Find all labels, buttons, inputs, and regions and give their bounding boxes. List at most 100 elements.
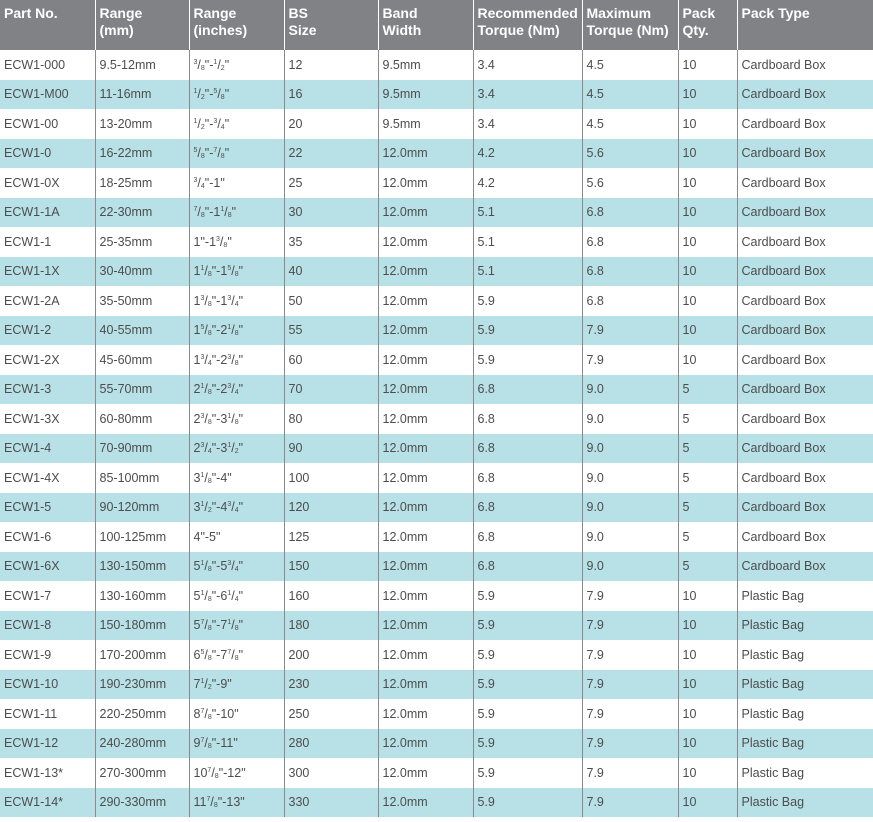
recommended-torque-cell: 5.9 — [473, 581, 583, 611]
table-row: ECW1-6 100-125mm 4"-5" 125 12.0mm 6.8 9.0 5 Card… — [0, 522, 873, 552]
bs-size-cell: 125 — [284, 522, 379, 552]
pack-qty-cell: 10 — [678, 699, 738, 729]
pack-type-cell: Cardboard Box — [737, 109, 873, 139]
table-row: ECW1-0 16-22mm 5/8"-7/8" 22 12.0mm 4.2 5.6 10 Ca… — [0, 138, 873, 168]
table-row: ECW1-9 170-200mm 65/8"-77/8" 200 12.0mm 5.9 7.… — [0, 640, 873, 670]
range-mm-cell: 130-150mm — [95, 551, 190, 581]
maximum-torque-cell: 9.0 — [582, 463, 679, 493]
bs-size-cell: 50 — [284, 286, 379, 316]
recommended-torque-cell: 5.9 — [473, 640, 583, 670]
part-no-cell: ECW1-5 — [0, 492, 96, 522]
band-width-cell: 12.0mm — [378, 227, 474, 257]
range-inches-cell: 3/8"-1/2" — [189, 50, 285, 80]
recommended-torque-cell: 5.9 — [473, 610, 583, 640]
part-no-cell: ECW1-3X — [0, 404, 96, 434]
maximum-torque-cell: 7.9 — [582, 610, 679, 640]
recommended-torque-cell: 5.9 — [473, 699, 583, 729]
pack-type-cell: Cardboard Box — [737, 168, 873, 198]
band-width-cell: 12.0mm — [378, 551, 474, 581]
part-no-cell: ECW1-6X — [0, 551, 96, 581]
table-row: ECW1-5 90-120mm 31/2"-43/4" 120 12.0mm 6.8 9.0… — [0, 492, 873, 522]
range-mm-cell: 9.5-12mm — [95, 50, 190, 80]
header-pack-type: Pack Type — [737, 0, 873, 50]
part-no-cell: ECW1-000 — [0, 50, 96, 80]
pack-qty-cell: 10 — [678, 610, 738, 640]
bs-size-cell: 300 — [284, 758, 379, 788]
pack-type-cell: Cardboard Box — [737, 197, 873, 227]
pack-qty-cell: 10 — [678, 168, 738, 198]
band-width-cell: 9.5mm — [378, 79, 474, 109]
bs-size-cell: 12 — [284, 50, 379, 80]
part-no-cell: ECW1-2A — [0, 286, 96, 316]
pack-qty-cell: 10 — [678, 581, 738, 611]
bs-size-cell: 280 — [284, 728, 379, 758]
range-mm-cell: 16-22mm — [95, 138, 190, 168]
band-width-cell: 12.0mm — [378, 699, 474, 729]
pack-qty-cell: 5 — [678, 522, 738, 552]
part-no-cell: ECW1-4X — [0, 463, 96, 493]
table-row: ECW1-6X 130-150mm 51/8"-53/4" 150 12.0mm 6.8 9… — [0, 551, 873, 581]
recommended-torque-cell: 4.2 — [473, 138, 583, 168]
maximum-torque-cell: 7.9 — [582, 315, 679, 345]
pack-type-cell: Cardboard Box — [737, 433, 873, 463]
table-row: ECW1-2X 45-60mm 13/4"-23/8" 60 12.0mm 5.9 7.9 1… — [0, 345, 873, 375]
pack-qty-cell: 10 — [678, 669, 738, 699]
pack-type-cell: Cardboard Box — [737, 345, 873, 375]
pack-qty-cell: 5 — [678, 463, 738, 493]
range-mm-cell: 55-70mm — [95, 374, 190, 404]
product-spec-table: Part No. Range (mm) Range (inches) BS Size … — [0, 0, 873, 817]
table-row: ECW1-13* 270-300mm 107/8"-12" 300 12.0mm 5.9 7… — [0, 758, 873, 788]
recommended-torque-cell: 5.9 — [473, 286, 583, 316]
band-width-cell: 12.0mm — [378, 787, 474, 817]
table-row: ECW1-1X 30-40mm 11/8"-15/8" 40 12.0mm 5.1 6.8 1… — [0, 256, 873, 286]
pack-type-cell: Plastic Bag — [737, 728, 873, 758]
range-mm-cell: 90-120mm — [95, 492, 190, 522]
pack-type-cell: Cardboard Box — [737, 404, 873, 434]
maximum-torque-cell: 9.0 — [582, 522, 679, 552]
part-no-cell: ECW1-2X — [0, 345, 96, 375]
pack-type-cell: Cardboard Box — [737, 463, 873, 493]
maximum-torque-cell: 4.5 — [582, 109, 679, 139]
header-range-mm: Range (mm) — [95, 0, 190, 50]
maximum-torque-cell: 6.8 — [582, 227, 679, 257]
bs-size-cell: 60 — [284, 345, 379, 375]
pack-type-cell: Plastic Bag — [737, 640, 873, 670]
band-width-cell: 12.0mm — [378, 581, 474, 611]
bs-size-cell: 90 — [284, 433, 379, 463]
header-bs-size: BS Size — [284, 0, 379, 50]
pack-type-cell: Cardboard Box — [737, 227, 873, 257]
recommended-torque-cell: 5.1 — [473, 197, 583, 227]
band-width-cell: 12.0mm — [378, 345, 474, 375]
pack-qty-cell: 10 — [678, 50, 738, 80]
pack-qty-cell: 10 — [678, 109, 738, 139]
band-width-cell: 12.0mm — [378, 138, 474, 168]
header-row: Part No. Range (mm) Range (inches) BS Size … — [0, 0, 873, 50]
pack-qty-cell: 5 — [678, 374, 738, 404]
band-width-cell: 12.0mm — [378, 758, 474, 788]
range-inches-cell: 31/2"-43/4" — [189, 492, 285, 522]
pack-type-cell: Plastic Bag — [737, 758, 873, 788]
table-row: ECW1-0X 18-25mm 3/4"-1" 25 12.0mm 4.2 5.6 10 Car… — [0, 168, 873, 198]
table-row: ECW1-7 130-160mm 51/8"-61/4" 160 12.0mm 5.9 7.… — [0, 581, 873, 611]
pack-type-cell: Cardboard Box — [737, 374, 873, 404]
range-inches-cell: 107/8"-12" — [189, 758, 285, 788]
maximum-torque-cell: 6.8 — [582, 286, 679, 316]
table-row: ECW1-12 240-280mm 97/8"-11" 280 12.0mm 5.9 7.9… — [0, 728, 873, 758]
recommended-torque-cell: 6.8 — [473, 374, 583, 404]
part-no-cell: ECW1-10 — [0, 669, 96, 699]
table-row: ECW1-00 13-20mm 1/2"-3/4" 20 9.5mm 3.4 4.5 10 Ca… — [0, 109, 873, 139]
maximum-torque-cell: 7.9 — [582, 758, 679, 788]
pack-type-cell: Cardboard Box — [737, 138, 873, 168]
part-no-cell: ECW1-2 — [0, 315, 96, 345]
maximum-torque-cell: 9.0 — [582, 551, 679, 581]
pack-qty-cell: 10 — [678, 315, 738, 345]
header-range-inches: Range (inches) — [189, 0, 285, 50]
range-mm-cell: 25-35mm — [95, 227, 190, 257]
recommended-torque-cell: 3.4 — [473, 79, 583, 109]
pack-type-cell: Cardboard Box — [737, 551, 873, 581]
recommended-torque-cell: 3.4 — [473, 109, 583, 139]
range-inches-cell: 23/8"-31/8" — [189, 404, 285, 434]
bs-size-cell: 25 — [284, 168, 379, 198]
table-row: ECW1-M00 11-16mm 1/2"-5/8" 16 9.5mm 3.4 4.5 10 C… — [0, 79, 873, 109]
bs-size-cell: 250 — [284, 699, 379, 729]
